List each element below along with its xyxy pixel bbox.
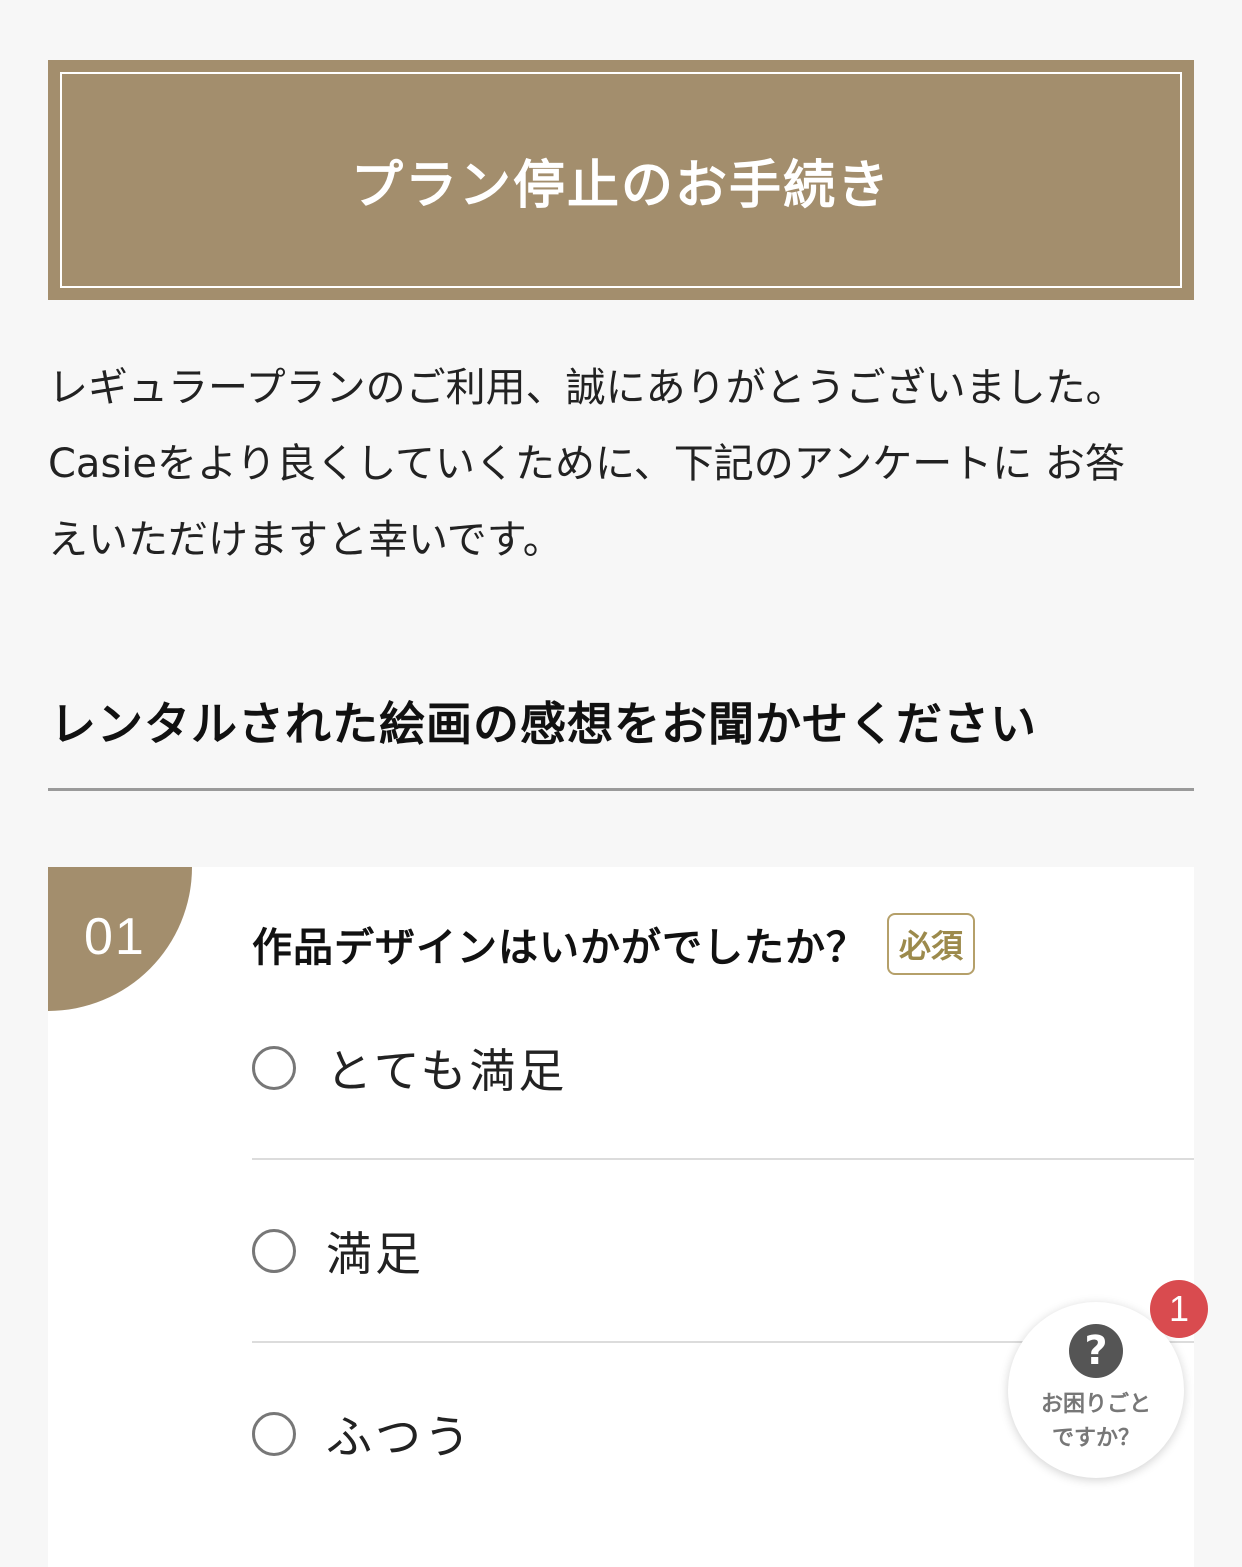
option-label: とても満足 — [326, 1044, 568, 1098]
intro-text: レギュラープランのご利用、誠にありがとうございました。 Casieをより良くして… — [48, 350, 1194, 578]
required-badge: 必須 — [887, 913, 976, 975]
question-card: 01 作品デザインはいかがでしたか？ 必須 とても満足 満足 ふつう — [48, 867, 1194, 1567]
help-text-line-2: ですか？ — [1051, 1426, 1140, 1451]
question-number: 01 — [48, 867, 192, 1011]
radio-button[interactable] — [252, 1229, 296, 1273]
question-title: 作品デザインはいかがでしたか？ — [252, 925, 867, 971]
question-circle-icon: ? — [1069, 1324, 1123, 1378]
help-text-line-1: お困りごと — [1040, 1392, 1151, 1417]
notification-badge: 1 — [1150, 1280, 1208, 1338]
intro-line-3: えいただけますと幸いです。 — [48, 517, 563, 563]
option-label: 満足 — [326, 1227, 424, 1281]
option-label: ふつう — [326, 1410, 473, 1464]
radio-button[interactable] — [252, 1046, 296, 1090]
section-heading: レンタルされた絵画の感想をお聞かせください — [50, 697, 1037, 751]
question-title-row: 作品デザインはいかがでしたか？ 必須 — [252, 913, 976, 975]
header-banner: プラン停止のお手続き — [48, 60, 1194, 300]
intro-line-1: レギュラープランのご利用、誠にありがとうございました。 — [48, 365, 1126, 411]
intro-line-2: Casieをより良くしていくために、下記のアンケートに お答 — [48, 441, 1125, 487]
help-text: お困りごと ですか？ — [1041, 1388, 1151, 1456]
radio-button[interactable] — [252, 1412, 296, 1456]
header-frame: プラン停止のお手続き — [60, 72, 1182, 288]
section-divider — [48, 788, 1194, 791]
option-very-satisfied[interactable]: とても満足 — [252, 977, 1194, 1159]
page-title: プラン停止のお手続き — [350, 155, 891, 216]
